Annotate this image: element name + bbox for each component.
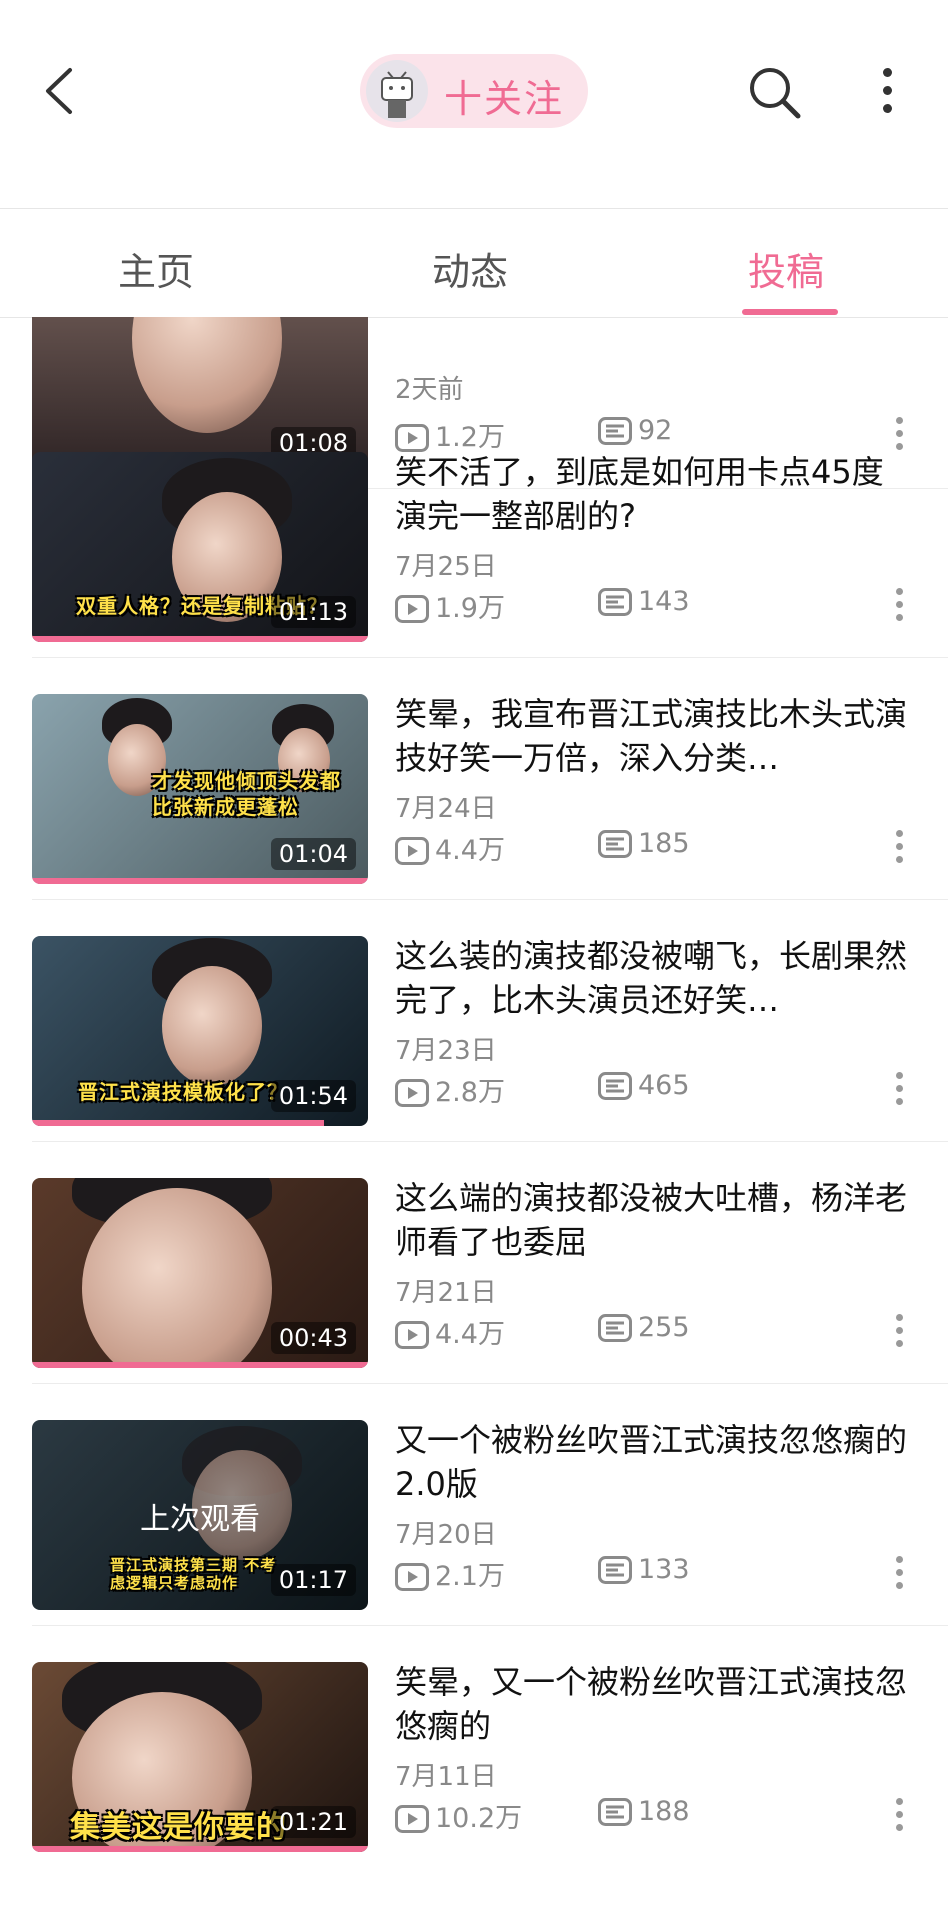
video-duration: 01:17 (270, 1564, 356, 1596)
thumbnail-caption: 才发现他倾顶头发都比张新成更蓬松 (152, 769, 341, 819)
tab-submissions[interactable]: 投稿 (748, 241, 824, 296)
thumbnail-caption: 晋江式演技第三期 不考虑逻辑只考虑动作 (110, 1556, 277, 1592)
view-count-label: 4.4万 (435, 835, 505, 866)
video-thumbnail[interactable]: 晋江式演技模板化了？ 01:54 (32, 936, 368, 1126)
danmaku-count-label: 465 (638, 1070, 690, 1101)
list-item[interactable]: 双重人格？还是复制粘贴？ 01:13 笑不活了，到底是如何用卡点45度演完一整部… (0, 416, 948, 658)
view-count: 10.2万 (395, 1796, 522, 1835)
video-thumbnail[interactable]: 才发现他倾顶头发都比张新成更蓬松 01:04 (32, 694, 368, 884)
danmaku-count-label: 133 (638, 1554, 690, 1585)
list-item[interactable]: 才发现他倾顶头发都比张新成更蓬松 01:04 笑晕，我宣布晋江式演技比木头式演技… (0, 658, 948, 900)
danmaku-icon (598, 1072, 632, 1100)
thumbnail-caption: 集美这是你要的 (70, 1810, 287, 1845)
list-item[interactable]: 上次观看 晋江式演技第三期 不考虑逻辑只考虑动作 01:17 又一个被粉丝吹晋江… (0, 1384, 948, 1626)
video-title[interactable]: 又一个被粉丝吹晋江式演技忽悠瘸的2.0版 (395, 1418, 915, 1506)
follow-label: 十关注 (444, 77, 565, 121)
play-count-icon (395, 1079, 429, 1107)
list-item[interactable]: 00:43 这么端的演技都没被大吐槽，杨洋老师看了也委屈 7月21日 4.4万 … (0, 1142, 948, 1384)
danmaku-count-label: 185 (638, 828, 690, 859)
danmaku-icon (598, 1556, 632, 1584)
top-bar: 十关注 (0, 0, 948, 208)
video-title[interactable]: 笑不活了，到底是如何用卡点45度演完一整部剧的? (395, 450, 915, 538)
watch-progress-bar (32, 1120, 325, 1126)
watch-progress-bar (32, 878, 368, 884)
danmaku-icon (598, 588, 632, 616)
view-count: 4.4万 (395, 828, 505, 867)
danmaku-icon (598, 1798, 632, 1826)
view-count: 2.8万 (395, 1070, 505, 1109)
danmaku-count-label: 143 (638, 586, 690, 617)
video-title[interactable]: 笑晕，我宣布晋江式演技比木头式演技好笑一万倍，深入分类… (395, 692, 915, 780)
watch-progress-bar (32, 1362, 368, 1368)
avatar (366, 60, 428, 122)
video-date: 2天前 (395, 375, 464, 405)
video-list[interactable]: 01:08 2天前 1.2万 92 双重人格？还是复制粘贴？ 01:13 笑不活… (0, 317, 948, 1920)
video-thumbnail[interactable]: 上次观看 晋江式演技第三期 不考虑逻辑只考虑动作 01:17 (32, 1420, 368, 1610)
video-duration: 01:21 (270, 1806, 356, 1838)
active-tab-indicator (742, 309, 838, 315)
view-count: 4.4万 (395, 1312, 505, 1351)
danmaku-icon (598, 830, 632, 858)
search-icon[interactable] (746, 64, 804, 122)
video-title[interactable]: 笑晕，又一个被粉丝吹晋江式演技忽悠瘸的 (395, 1660, 915, 1748)
follow-button[interactable]: 十关注 (360, 54, 588, 128)
video-duration: 00:43 (270, 1322, 356, 1354)
more-vertical-icon[interactable] (894, 1556, 904, 1592)
danmaku-count: 143 (598, 586, 690, 617)
view-count-label: 1.9万 (435, 593, 505, 624)
video-duration: 01:13 (270, 596, 356, 628)
danmaku-count: 255 (598, 1312, 690, 1343)
play-count-icon (395, 1805, 429, 1833)
video-date: 7月24日 (395, 794, 497, 824)
view-count-label: 2.8万 (435, 1077, 505, 1108)
more-vertical-icon[interactable] (894, 830, 904, 866)
tab-bar: 主页 动态 投稿 (0, 208, 948, 318)
video-date: 7月23日 (395, 1036, 497, 1066)
video-date: 7月25日 (395, 552, 497, 582)
video-duration: 01:54 (270, 1080, 356, 1112)
danmaku-count-label: 188 (638, 1796, 690, 1827)
video-date: 7月21日 (395, 1278, 497, 1308)
video-title[interactable]: 这么装的演技都没被嘲飞，长剧果然完了，比木头演员还好笑… (395, 934, 915, 1022)
danmaku-count-label: 255 (638, 1312, 690, 1343)
tab-home[interactable]: 主页 (118, 241, 194, 296)
list-item[interactable]: 集美这是你要的 01:21 笑晕，又一个被粉丝吹晋江式演技忽悠瘸的 7月11日 … (0, 1626, 948, 1868)
view-count-label: 10.2万 (435, 1803, 523, 1834)
watch-progress-bar (32, 636, 368, 642)
more-vertical-icon[interactable] (878, 68, 896, 114)
danmaku-count: 185 (598, 828, 690, 859)
danmaku-count: 133 (598, 1554, 690, 1585)
more-vertical-icon[interactable] (894, 1072, 904, 1108)
tv-avatar-icon (381, 71, 413, 118)
video-date: 7月20日 (395, 1520, 497, 1550)
watch-progress-bar (32, 1846, 368, 1852)
more-vertical-icon[interactable] (894, 588, 904, 624)
thumbnail-caption: 晋江式演技模板化了？ (78, 1080, 288, 1104)
danmaku-icon (598, 1314, 632, 1342)
play-count-icon (395, 595, 429, 623)
play-count-icon (395, 1321, 429, 1349)
last-watched-label: 上次观看 (140, 1502, 260, 1537)
play-count-icon (395, 1563, 429, 1591)
video-thumbnail[interactable]: 00:43 (32, 1178, 368, 1368)
play-count-icon (395, 837, 429, 865)
view-count-label: 4.4万 (435, 1319, 505, 1350)
danmaku-count: 188 (598, 1796, 690, 1827)
tab-dynamics[interactable]: 动态 (432, 241, 508, 296)
video-thumbnail[interactable]: 集美这是你要的 01:21 (32, 1662, 368, 1852)
video-date: 7月11日 (395, 1762, 497, 1792)
view-count-label: 2.1万 (435, 1561, 505, 1592)
video-duration: 01:04 (270, 838, 356, 870)
danmaku-count: 465 (598, 1070, 690, 1101)
more-vertical-icon[interactable] (894, 1314, 904, 1350)
view-count: 1.9万 (395, 586, 505, 625)
video-title[interactable]: 这么端的演技都没被大吐槽，杨洋老师看了也委屈 (395, 1176, 915, 1264)
video-thumbnail[interactable]: 双重人格？还是复制粘贴？ 01:13 (32, 452, 368, 642)
more-vertical-icon[interactable] (894, 1798, 904, 1834)
view-count: 2.1万 (395, 1554, 505, 1593)
list-item[interactable]: 晋江式演技模板化了？ 01:54 这么装的演技都没被嘲飞，长剧果然完了，比木头演… (0, 900, 948, 1142)
back-arrow-icon[interactable] (40, 66, 80, 116)
